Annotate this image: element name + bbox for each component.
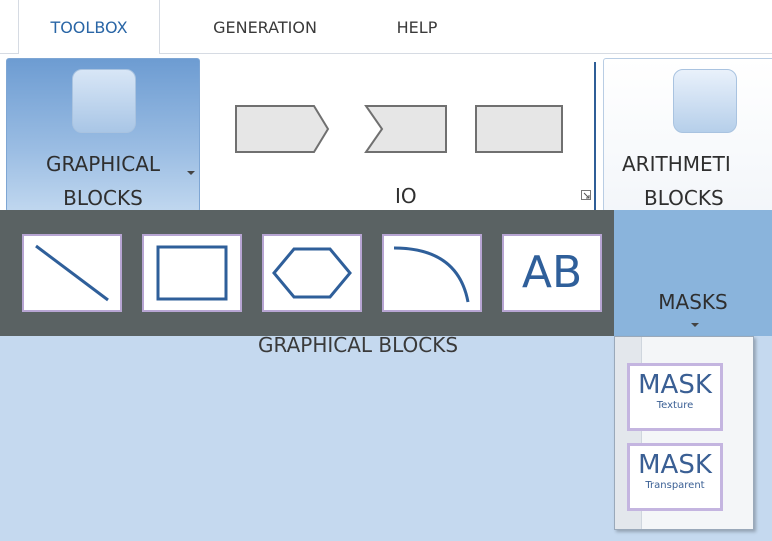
line-shape-button[interactable] xyxy=(22,234,122,312)
graphical-blocks-icon xyxy=(72,69,136,133)
mask-texture-button[interactable]: MASK Texture xyxy=(627,363,723,431)
mask-texture-subtitle: Texture xyxy=(656,400,694,411)
io-input-shape-icon[interactable] xyxy=(234,104,330,154)
mask-transparent-button[interactable]: MASK Transparent xyxy=(627,443,723,511)
io-output-shape-icon[interactable] xyxy=(364,104,450,154)
text-shape-icon: AB xyxy=(521,247,583,298)
ribbon-tab-strip: TOOLBOX GENERATION HELP xyxy=(0,0,772,54)
text-shape-button[interactable]: AB xyxy=(502,234,602,312)
tab-generation[interactable]: GENERATION xyxy=(190,0,340,53)
arithmetic-blocks-label-line1: ARITHMETI xyxy=(622,152,731,176)
ribbon: GRAPHICAL BLOCKS IO ARITHMETI BLOCKS xyxy=(0,54,772,210)
group-separator xyxy=(594,62,596,210)
mask-transparent-title: MASK xyxy=(638,450,712,480)
io-group-label: IO xyxy=(395,184,417,208)
graphical-blocks-gallery: AB xyxy=(0,210,614,336)
io-process-shape-icon[interactable] xyxy=(474,104,564,154)
graphical-blocks-label-line2: BLOCKS xyxy=(63,186,143,210)
masks-group[interactable]: MASKS xyxy=(614,210,772,336)
arc-shape-icon xyxy=(393,246,470,303)
rectangle-shape-button[interactable] xyxy=(142,234,242,312)
arithmetic-blocks-button[interactable]: ARITHMETI BLOCKS xyxy=(603,58,772,210)
chevron-down-icon xyxy=(691,323,699,327)
graphical-blocks-label-line1: GRAPHICAL xyxy=(45,152,161,176)
rectangle-shape-icon xyxy=(156,245,228,301)
masks-dropdown-panel: MASK Texture MASK Transparent xyxy=(614,336,754,530)
line-shape-icon xyxy=(35,244,109,302)
arithmetic-blocks-icon xyxy=(673,69,737,133)
arithmetic-blocks-label-line2: BLOCKS xyxy=(644,186,724,210)
hexagon-shape-icon xyxy=(272,247,352,299)
arc-shape-button[interactable] xyxy=(382,234,482,312)
tab-toolbox[interactable]: TOOLBOX xyxy=(18,0,160,54)
graphical-blocks-button[interactable]: GRAPHICAL BLOCKS xyxy=(6,58,200,210)
dialog-launcher-icon[interactable] xyxy=(581,190,591,200)
chevron-down-icon xyxy=(187,171,195,175)
mask-texture-title: MASK xyxy=(638,370,712,400)
masks-label: MASKS xyxy=(658,290,728,314)
mask-transparent-subtitle: Transparent xyxy=(645,480,705,491)
tab-help[interactable]: HELP xyxy=(372,0,462,53)
hexagon-shape-button[interactable] xyxy=(262,234,362,312)
graphical-blocks-caption: GRAPHICAL BLOCKS xyxy=(258,333,459,357)
